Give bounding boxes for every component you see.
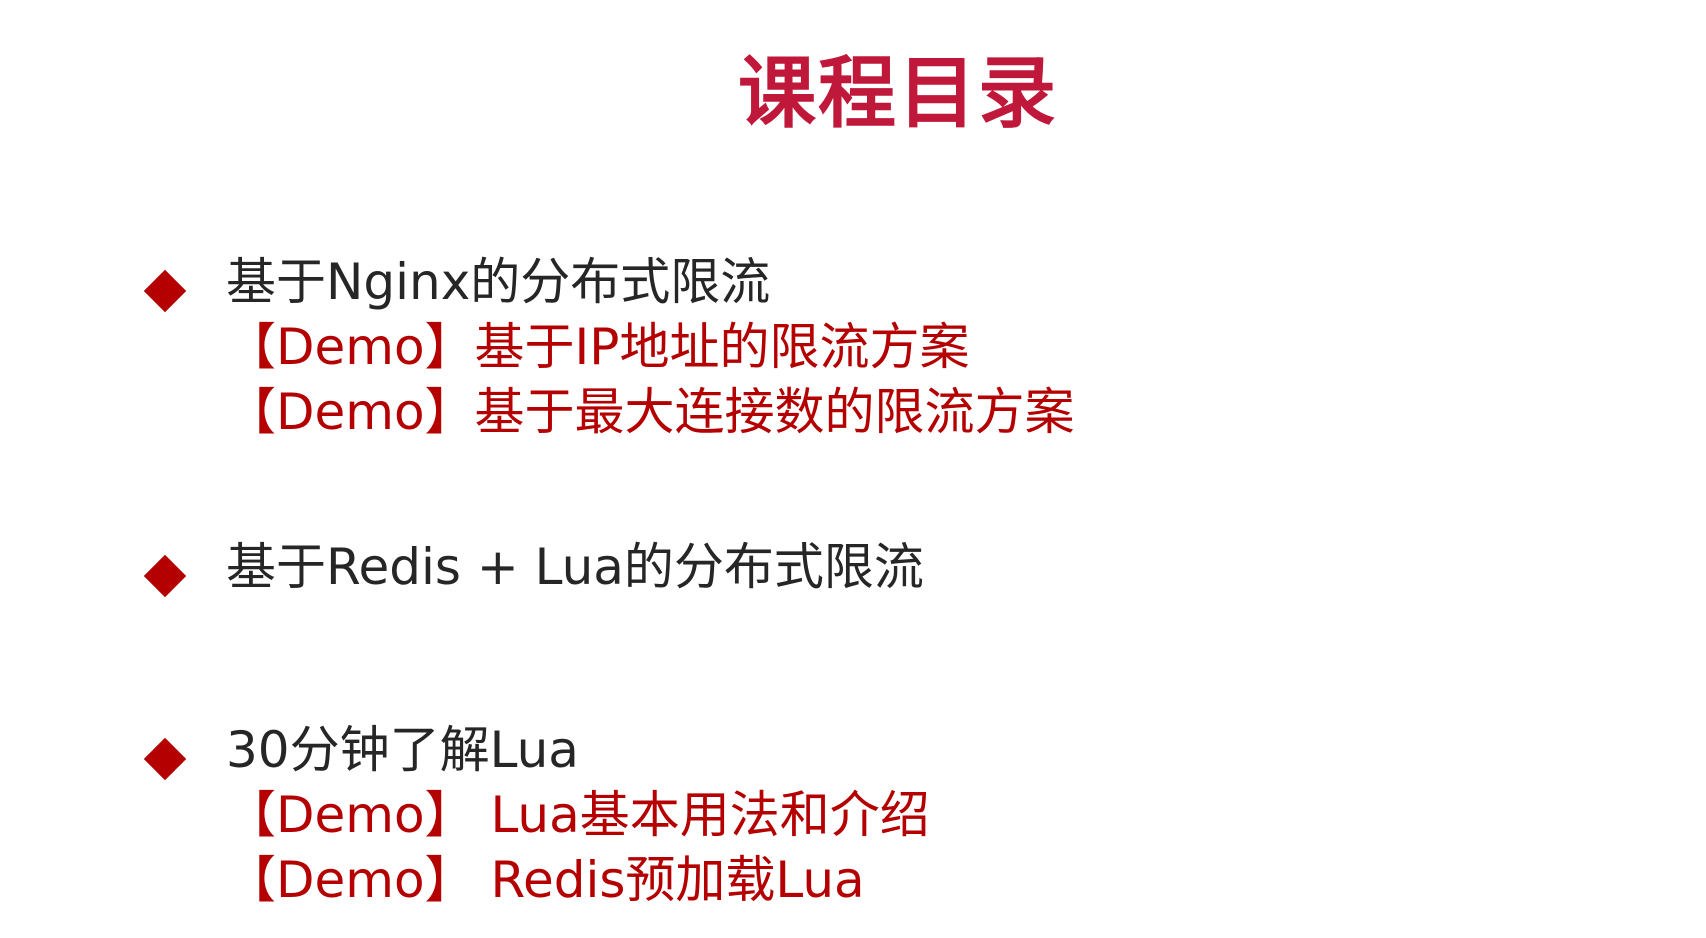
toc-section-lines: 基于Nginx的分布式限流 【Demo】基于IP地址的限流方案 【Demo】基于… xyxy=(226,250,1075,445)
diamond-bullet-icon xyxy=(143,737,187,781)
diamond-bullet-icon xyxy=(143,269,187,313)
page-title: 课程目录 xyxy=(737,49,1058,139)
toc-heading: 基于Nginx的分布式限流 xyxy=(226,253,771,311)
toc-demo-item: 【Demo】基于最大连接数的限流方案 xyxy=(226,383,1075,441)
toc-demo-item: 【Demo】 Lua基本用法和介绍 xyxy=(226,786,930,844)
toc-demo-item: 【Demo】基于IP地址的限流方案 xyxy=(226,318,970,376)
toc-heading: 30分钟了解Lua xyxy=(226,721,579,779)
toc-section-lines: 基于Redis + Lua的分布式限流 xyxy=(226,535,924,600)
toc-heading: 基于Redis + Lua的分布式限流 xyxy=(226,538,924,596)
toc-section-lines: 30分钟了解Lua 【Demo】 Lua基本用法和介绍 【Demo】 Redis… xyxy=(226,718,930,913)
toc-demo-item: 【Demo】 Redis预加载Lua xyxy=(226,851,865,909)
diamond-bullet-icon xyxy=(143,554,187,598)
